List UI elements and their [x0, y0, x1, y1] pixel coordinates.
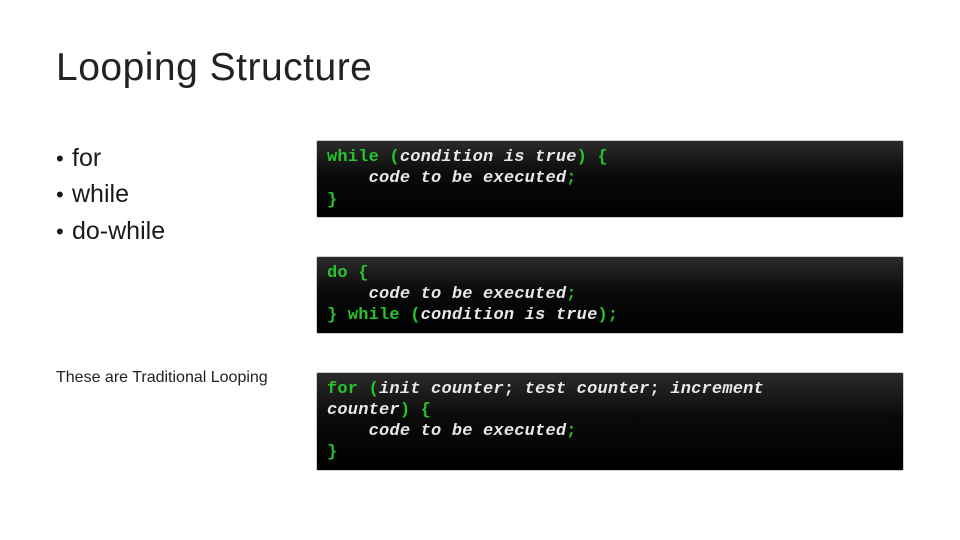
bullet-dot-icon: •	[56, 179, 72, 211]
code-token: ;	[566, 285, 576, 304]
code-token: }	[327, 306, 348, 325]
code-token	[327, 285, 369, 304]
code-token	[327, 169, 369, 188]
code-token: {	[348, 264, 369, 283]
code-token: (	[358, 380, 379, 399]
code-token: code to be executed	[369, 285, 567, 304]
code-token: while	[348, 306, 400, 325]
code-token: counter	[327, 401, 400, 420]
code-token: ;	[566, 169, 576, 188]
code-block-dowhile: do { code to be executed; } while (condi…	[316, 256, 904, 334]
code-token: ;	[504, 380, 525, 399]
code-token: do	[327, 264, 348, 283]
bullet-label: while	[72, 176, 129, 212]
code-block-for: for (init counter; test counter; increme…	[316, 372, 904, 471]
bullet-label: do-while	[72, 213, 165, 249]
code-token: }	[327, 191, 337, 210]
bullet-item: • for	[56, 140, 316, 176]
code-token: test counter	[525, 380, 650, 399]
code-token: for	[327, 380, 358, 399]
bullet-dot-icon: •	[56, 143, 72, 175]
code-token: code to be executed	[369, 422, 567, 441]
code-token: );	[597, 306, 618, 325]
code-token: ;	[566, 422, 576, 441]
slide-title: Looping Structure	[56, 46, 904, 90]
code-token: code to be executed	[369, 169, 567, 188]
code-token: while	[327, 148, 379, 167]
code-token: init counter	[379, 380, 504, 399]
left-column: • for • while • do-while These are Tradi…	[56, 140, 316, 387]
note-text: These are Traditional Looping	[56, 369, 316, 387]
bullet-list: • for • while • do-while	[56, 140, 316, 249]
code-token: ) {	[400, 401, 431, 420]
code-block-while: while (condition is true) { code to be e…	[316, 140, 904, 218]
bullet-item: • do-while	[56, 213, 316, 249]
code-token: ;	[650, 380, 671, 399]
code-token	[327, 422, 369, 441]
right-column: while (condition is true) { code to be e…	[316, 140, 904, 509]
body-row: • for • while • do-while These are Tradi…	[56, 140, 904, 509]
bullet-item: • while	[56, 176, 316, 212]
bullet-dot-icon: •	[56, 216, 72, 248]
code-token: (	[379, 148, 400, 167]
code-token: increment	[670, 380, 764, 399]
code-token: ) {	[577, 148, 608, 167]
code-token: }	[327, 443, 337, 462]
code-token: condition is true	[421, 306, 598, 325]
code-token: (	[400, 306, 421, 325]
slide: Looping Structure • for • while • do-whi…	[0, 0, 960, 540]
code-token: condition is true	[400, 148, 577, 167]
bullet-label: for	[72, 140, 101, 176]
